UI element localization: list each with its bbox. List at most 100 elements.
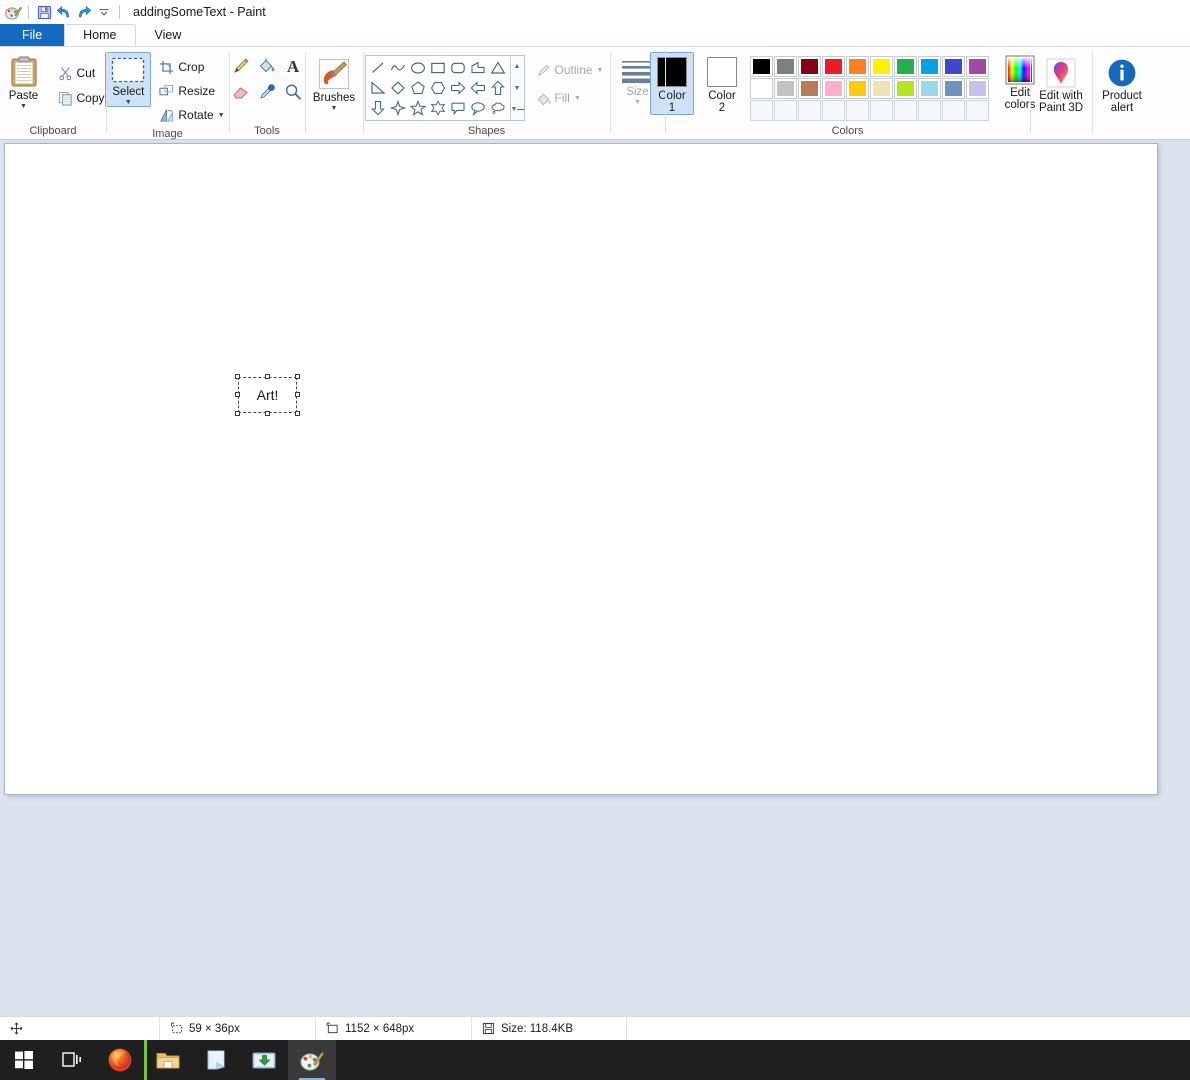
shape-four-point-star[interactable]	[388, 98, 408, 118]
shape-pentagon[interactable]	[408, 78, 428, 98]
rotate-button[interactable]: Rotate ▼	[156, 104, 229, 126]
shape-right-arrow[interactable]	[448, 78, 468, 98]
palette-swatch-r3-c4[interactable]	[822, 100, 845, 121]
handle-top-center[interactable]	[264, 374, 270, 379]
fill-bucket-tool[interactable]	[255, 54, 279, 78]
palette-swatch-r1-c10[interactable]	[966, 56, 989, 77]
shapes-gallery[interactable]: ▲ ▼ ▼	[364, 55, 525, 121]
taskbar-file-explorer[interactable]	[144, 1040, 192, 1080]
color-picker-tool[interactable]	[255, 80, 279, 104]
paint-app-icon[interactable]	[3, 2, 23, 22]
fill-button[interactable]: Fill ▼	[533, 87, 609, 109]
palette-swatch-r1-c5[interactable]	[846, 56, 869, 77]
palette-swatch-r3-c2[interactable]	[774, 100, 797, 121]
edit-with-paint3d-button[interactable]: Edit with Paint 3D	[1032, 54, 1090, 115]
save-icon[interactable]	[34, 2, 54, 22]
shape-rectangle[interactable]	[428, 58, 448, 78]
shape-rounded-rectangle[interactable]	[448, 58, 468, 78]
palette-swatch-r2-c6[interactable]	[870, 78, 893, 99]
shape-oval[interactable]	[408, 58, 428, 78]
undo-icon[interactable]	[54, 2, 74, 22]
outline-dropdown-caret[interactable]: ▼	[597, 67, 604, 74]
shape-five-point-star[interactable]	[408, 98, 428, 118]
shapes-scroll-down-icon[interactable]: ▼	[511, 79, 524, 98]
taskbar-sticky-notes[interactable]	[192, 1040, 240, 1080]
fill-dropdown-caret[interactable]: ▼	[574, 95, 581, 102]
shape-rounded-callout[interactable]	[448, 98, 468, 118]
palette-swatch-r2-c1[interactable]	[750, 78, 773, 99]
palette-swatch-r1-c4[interactable]	[822, 56, 845, 77]
palette-swatch-r1-c6[interactable]	[870, 56, 893, 77]
palette-swatch-r1-c1[interactable]	[750, 56, 773, 77]
shape-left-arrow[interactable]	[468, 78, 488, 98]
palette-swatch-r2-c3[interactable]	[798, 78, 821, 99]
handle-middle-left[interactable]	[235, 392, 240, 397]
palette-swatch-r3-c8[interactable]	[918, 100, 941, 121]
shape-hexagon[interactable]	[428, 78, 448, 98]
handle-bottom-center[interactable]	[264, 411, 270, 416]
palette-swatch-r1-c2[interactable]	[774, 56, 797, 77]
size-dropdown-caret[interactable]: ▼	[634, 99, 641, 106]
tab-view[interactable]: View	[136, 24, 201, 46]
palette-swatch-r2-c5[interactable]	[846, 78, 869, 99]
palette-swatch-r3-c1[interactable]	[750, 100, 773, 121]
shapes-expand-icon[interactable]: ▼	[511, 100, 524, 119]
tab-file[interactable]: File	[0, 24, 65, 46]
palette-swatch-r1-c7[interactable]	[894, 56, 917, 77]
color-palette[interactable]	[750, 52, 989, 121]
palette-swatch-r3-c6[interactable]	[870, 100, 893, 121]
shapes-scroll-up-icon[interactable]: ▲	[511, 57, 524, 76]
shape-oval-callout[interactable]	[468, 98, 488, 118]
handle-bottom-left[interactable]	[235, 411, 240, 416]
palette-swatch-r2-c8[interactable]	[918, 78, 941, 99]
product-alert-button[interactable]: Product alert	[1094, 54, 1150, 115]
color1-button[interactable]: Color 1	[650, 52, 694, 115]
shapes-scrollbar[interactable]: ▲ ▼ ▼	[509, 56, 524, 120]
palette-swatch-r3-c10[interactable]	[966, 100, 989, 121]
palette-swatch-r3-c7[interactable]	[894, 100, 917, 121]
customize-qat-icon[interactable]	[94, 2, 114, 22]
text-selection-box[interactable]: Art!	[235, 374, 300, 416]
resize-button[interactable]: Resize	[156, 80, 229, 102]
tab-home[interactable]: Home	[64, 24, 136, 46]
palette-swatch-r2-c9[interactable]	[942, 78, 965, 99]
taskbar-paint[interactable]	[288, 1040, 336, 1080]
shape-curve[interactable]	[388, 58, 408, 78]
redo-icon[interactable]	[74, 2, 94, 22]
shape-right-triangle[interactable]	[368, 78, 388, 98]
handle-bottom-right[interactable]	[295, 411, 300, 416]
crop-button[interactable]: Crop	[156, 56, 229, 78]
palette-swatch-r1-c8[interactable]	[918, 56, 941, 77]
shape-polygon[interactable]	[468, 58, 488, 78]
shape-triangle[interactable]	[488, 58, 508, 78]
palette-swatch-r3-c5[interactable]	[846, 100, 869, 121]
shape-six-point-star[interactable]	[428, 98, 448, 118]
shape-line[interactable]	[368, 58, 388, 78]
select-button[interactable]: Select ▼	[105, 52, 152, 107]
brushes-button[interactable]: Brushes ▼	[308, 54, 360, 113]
shape-cloud-callout[interactable]	[488, 98, 508, 118]
paste-button[interactable]: Paste ▼	[0, 52, 51, 111]
palette-swatch-r3-c3[interactable]	[798, 100, 821, 121]
select-dropdown-caret[interactable]: ▼	[125, 99, 132, 106]
handle-top-right[interactable]	[295, 374, 300, 379]
handle-middle-right[interactable]	[295, 392, 300, 397]
palette-swatch-r3-c9[interactable]	[942, 100, 965, 121]
task-view-button[interactable]	[48, 1040, 96, 1080]
palette-swatch-r2-c4[interactable]	[822, 78, 845, 99]
palette-swatch-r1-c3[interactable]	[798, 56, 821, 77]
handle-top-left[interactable]	[235, 374, 240, 379]
shape-down-arrow[interactable]	[368, 98, 388, 118]
taskbar-firefox[interactable]	[96, 1040, 144, 1080]
brushes-dropdown-caret[interactable]: ▼	[331, 105, 338, 112]
drawing-canvas[interactable]: Art!	[5, 144, 1157, 794]
taskbar-store-app[interactable]	[240, 1040, 288, 1080]
pencil-tool[interactable]	[229, 54, 253, 78]
paste-dropdown-caret[interactable]: ▼	[20, 103, 27, 110]
start-button[interactable]	[0, 1040, 48, 1080]
palette-swatch-r2-c10[interactable]	[966, 78, 989, 99]
shape-up-arrow[interactable]	[488, 78, 508, 98]
palette-swatch-r2-c2[interactable]	[774, 78, 797, 99]
canvas-workspace[interactable]: Art!	[0, 140, 1190, 1016]
shape-diamond[interactable]	[388, 78, 408, 98]
